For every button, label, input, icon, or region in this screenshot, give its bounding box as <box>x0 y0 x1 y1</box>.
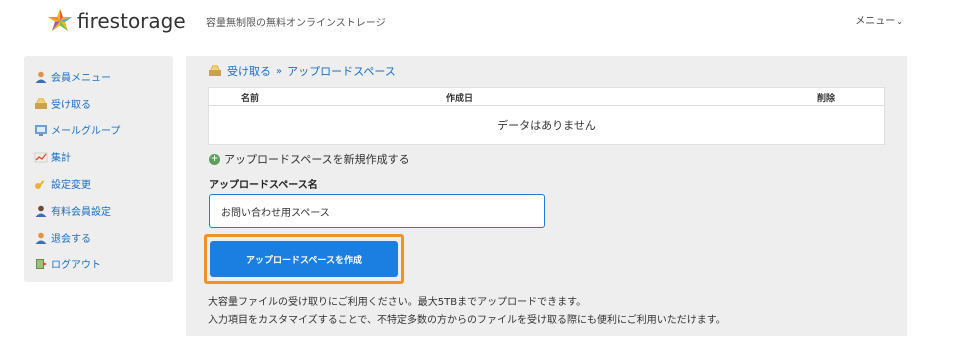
sidebar-item-label: 会員メニュー <box>51 73 111 84</box>
upload-space-table: 名前 作成日 削除 データはありません <box>208 87 885 145</box>
sidebar-item-member-menu[interactable]: 会員メニュー <box>34 69 111 84</box>
key-icon <box>35 179 45 189</box>
space-name-label: アップロードスペース名 <box>209 180 318 191</box>
menu-button[interactable]: メニュー⌄ <box>855 12 903 27</box>
main-panel: 受け取る » アップロードスペース 名前 作成日 削除 データはありません + … <box>186 56 907 336</box>
sidebar: 会員メニュー 受け取る メールグループ 集計 設定変更 有料会員設定 退会する … <box>24 56 173 282</box>
user-leave-icon <box>35 232 47 244</box>
logo[interactable]: firestorage <box>46 8 186 34</box>
create-new-space-link[interactable]: + アップロードスペースを新規作成する <box>209 151 410 167</box>
sidebar-item-receive[interactable]: 受け取る <box>34 96 91 111</box>
sidebar-item-label: 集計 <box>51 153 71 164</box>
sidebar-item-stats[interactable]: 集計 <box>34 149 71 164</box>
sidebar-item-label: 受け取る <box>51 100 91 111</box>
receive-icon <box>35 97 47 109</box>
logout-icon <box>36 258 47 269</box>
create-space-button[interactable]: アップロードスペースを作成 <box>210 241 398 277</box>
table-header: 名前 作成日 削除 <box>209 88 884 106</box>
column-header-delete: 削除 <box>817 94 836 104</box>
breadcrumb-receive-link[interactable]: 受け取る <box>227 63 271 79</box>
space-name-input[interactable] <box>209 194 545 228</box>
premium-user-icon <box>35 205 47 217</box>
empty-message: データはありません <box>497 119 596 132</box>
chevron-down-icon: ⌄ <box>896 17 903 26</box>
sidebar-item-label: ログアウト <box>51 260 101 271</box>
breadcrumb-current[interactable]: アップロードスペース <box>287 63 396 79</box>
logo-star-icon <box>48 9 72 31</box>
sidebar-item-label: 有料会員設定 <box>51 207 111 218</box>
sidebar-item-settings[interactable]: 設定変更 <box>34 176 91 191</box>
sidebar-item-unsubscribe[interactable]: 退会する <box>34 230 91 245</box>
sidebar-item-label: メールグループ <box>51 126 121 137</box>
logo-text: firestorage <box>77 9 186 33</box>
receive-icon <box>209 65 221 76</box>
mail-group-icon <box>35 124 47 136</box>
menu-label: メニュー <box>855 16 896 27</box>
site-tagline: 容量無制限の無料オンラインストレージ <box>206 18 386 29</box>
create-new-space-label: アップロードスペースを新規作成する <box>224 153 410 166</box>
plus-icon: + <box>209 153 220 165</box>
chart-icon <box>34 152 48 162</box>
sidebar-item-label: 退会する <box>51 234 91 245</box>
sidebar-item-mail-group[interactable]: メールグループ <box>34 122 120 137</box>
sidebar-item-logout[interactable]: ログアウト <box>34 256 101 271</box>
breadcrumb-separator: » <box>276 65 283 77</box>
description-line-2: 入力項目をカスタマイズすることで、不特定多数の方からのファイルを受け取る際にも便… <box>208 315 726 326</box>
sidebar-item-premium-settings[interactable]: 有料会員設定 <box>34 203 111 218</box>
user-icon <box>35 71 47 83</box>
breadcrumb: 受け取る » アップロードスペース <box>208 63 396 79</box>
site-header: firestorage 容量無制限の無料オンラインストレージ メニュー⌄ <box>0 0 967 42</box>
column-header-created: 作成日 <box>446 94 474 104</box>
sidebar-item-label: 設定変更 <box>51 180 91 191</box>
description-line-1: 大容量ファイルの受け取りにご利用ください。最大5TBまでアップロードできます。 <box>208 297 587 308</box>
column-header-name: 名前 <box>241 94 260 104</box>
